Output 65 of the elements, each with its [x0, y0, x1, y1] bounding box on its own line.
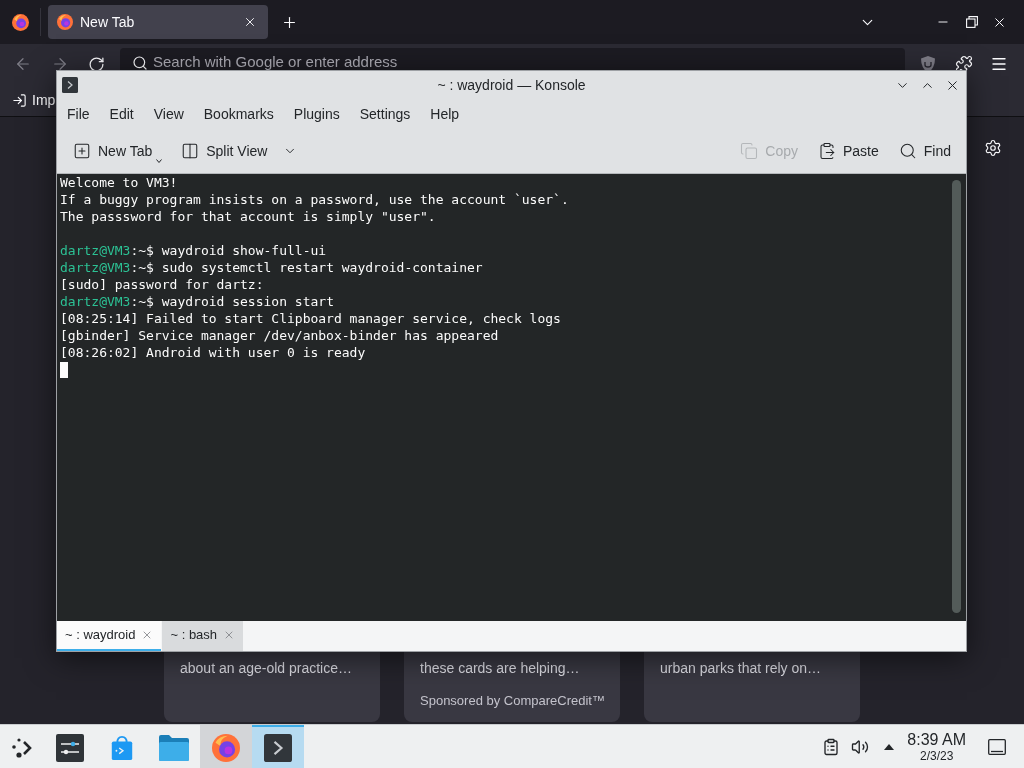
- copy-icon: [740, 142, 759, 160]
- terminal-command-line: dartz@VM3:~$ waydroid session start: [60, 293, 334, 310]
- menu-item[interactable]: Plugins: [283, 103, 350, 125]
- clock-time[interactable]: 8:39 AM: [907, 731, 966, 748]
- toolbar-button[interactable]: Paste: [814, 136, 882, 166]
- app-logo-icon: [212, 733, 240, 762]
- terminal-output-line: [gbinder] Service manager /dev/anbox-binder has appeared: [60, 327, 499, 344]
- tab-plus-icon: [73, 142, 91, 160]
- puzzle-icon[interactable]: [955, 55, 973, 73]
- reload-icon[interactable]: [87, 55, 105, 73]
- menu-item[interactable]: Edit: [99, 103, 144, 125]
- shopping-bag-icon: [109, 733, 135, 762]
- story-card[interactable]: urban parks that rely on…: [644, 652, 860, 722]
- address-field[interactable]: Search with Google or enter address: [120, 48, 905, 70]
- story-card[interactable]: these cards are helping… Sponsored by CompareCredit™: [404, 652, 620, 722]
- settings-icon[interactable]: [984, 139, 1002, 157]
- terminal-output-line: [08:26:02] Android with user 0 is ready: [60, 344, 366, 361]
- menu-item[interactable]: View: [143, 103, 194, 125]
- toolbar-button[interactable]: Find: [895, 136, 954, 166]
- search-icon: [132, 55, 148, 71]
- terminal-command-line: dartz@VM3:~$ sudo systemctl restart waydroid-container: [60, 259, 483, 276]
- restore-icon[interactable]: [966, 16, 978, 28]
- terminal-output-line: [08:25:14] Failed to start Clipboard manager service, check logs: [60, 310, 561, 327]
- terminal-command-line: dartz@VM3:~$ waydroid show-full-ui: [60, 242, 327, 259]
- paste-icon: [817, 142, 836, 160]
- volume-icon[interactable]: [851, 737, 870, 756]
- caret-icon: [156, 159, 163, 163]
- terminal-output-line: Welcome to VM3!: [60, 174, 178, 191]
- sponsor-label: Sponsored by CompareCredit™: [420, 693, 605, 709]
- sliders-icon: [56, 733, 84, 762]
- search-icon: [898, 142, 917, 160]
- show-desktop-icon[interactable]: [988, 738, 1006, 755]
- card-summary: about an age-old practice…: [180, 660, 352, 677]
- folder-icon: [159, 734, 189, 761]
- terminal-app-icon[interactable]: [62, 77, 78, 93]
- card-summary: urban parks that rely on…: [660, 660, 822, 677]
- toolbar-button[interactable]: New Tab: [70, 136, 166, 166]
- app-logo-icon[interactable]: [11, 13, 29, 31]
- caret-up-icon[interactable]: [884, 743, 895, 750]
- card-summary: these cards are helping…: [420, 660, 580, 677]
- scrollbar[interactable]: [952, 180, 961, 613]
- split-columns-icon: [181, 142, 200, 160]
- story-card[interactable]: about an age-old practice…: [164, 652, 380, 722]
- clock-date[interactable]: 2/3/23: [919, 749, 954, 762]
- menu-item[interactable]: Settings: [349, 103, 421, 125]
- terminal-output-line: If a buggy program insists on a password, use the account `user`.: [60, 191, 569, 208]
- clipboard-icon[interactable]: [822, 737, 841, 756]
- terminal-output-line: [sudo] password for dartz:: [60, 276, 264, 293]
- close-icon[interactable]: [243, 15, 257, 29]
- menu-item[interactable]: File: [57, 103, 100, 125]
- terminal-view[interactable]: [57, 174, 966, 621]
- bookmark-item[interactable]: Imp: [12, 89, 56, 111]
- app-logo-icon: [57, 14, 73, 30]
- toolbar-button[interactable]: Split View: [178, 136, 301, 166]
- menu-icon[interactable]: [990, 55, 1008, 73]
- menu-item[interactable]: Help: [420, 103, 470, 125]
- taskbar-button[interactable]: [252, 725, 304, 768]
- terminal-icon: [264, 733, 292, 762]
- menu-item[interactable]: Bookmarks: [193, 103, 284, 125]
- window-title: ~ : waydroid — Konsole: [437, 75, 586, 95]
- browser-tab[interactable]: New Tab: [48, 5, 268, 39]
- terminal-tab[interactable]: ~ : waydroid: [57, 621, 162, 651]
- terminal-tab[interactable]: ~ : bash: [162, 621, 244, 651]
- terminal-output-line: The passsword for that account is simply "user".: [60, 208, 436, 225]
- import-arrow-icon: [12, 92, 27, 108]
